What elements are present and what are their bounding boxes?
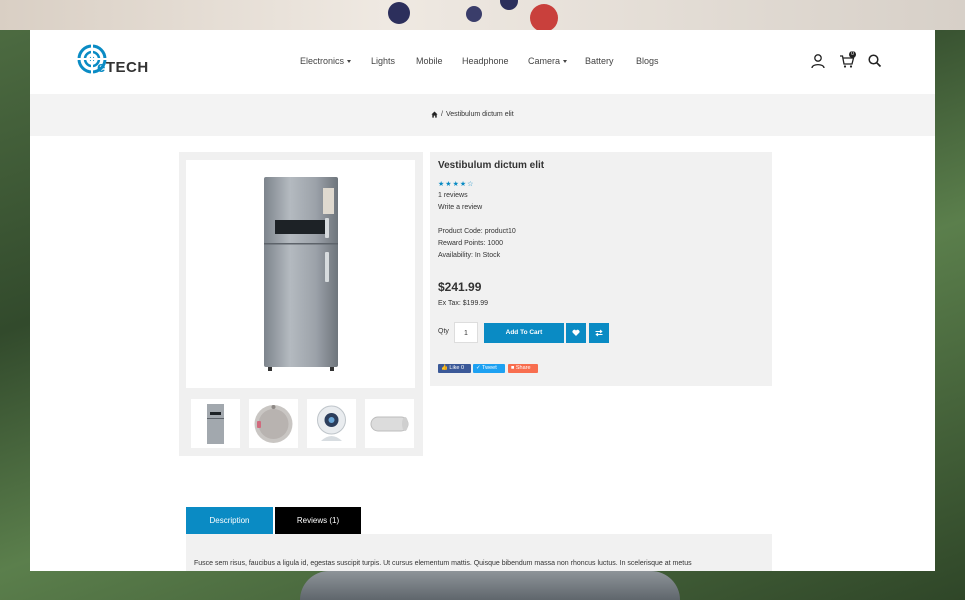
tab-panel-description: Fusce sem risus, faucibus a ligula id, e… bbox=[186, 534, 772, 571]
cart-count-badge: 0 bbox=[849, 51, 856, 58]
search-icon[interactable] bbox=[867, 53, 883, 69]
product-gallery bbox=[179, 152, 423, 456]
ex-tax-price: Ex Tax: $199.99 bbox=[438, 300, 489, 307]
star-empty-icon: ☆ bbox=[467, 181, 475, 188]
share-icon: ■ bbox=[511, 365, 515, 371]
product-info: Vestibulum dictum elit ★★★★☆ 1 reviews W… bbox=[430, 152, 772, 386]
background-top bbox=[0, 0, 965, 32]
twitter-icon: ✓ bbox=[476, 365, 481, 371]
nav-item-blogs[interactable]: Blogs bbox=[636, 56, 659, 66]
cart-icon[interactable]: 0 bbox=[839, 51, 856, 69]
nav-item-headphone[interactable]: Headphone bbox=[462, 56, 509, 66]
product-price: $241.99 bbox=[438, 280, 482, 294]
tweet-button[interactable]: ✓ Tweet bbox=[473, 364, 505, 373]
review-count-link[interactable]: 1 reviews bbox=[438, 192, 468, 199]
background-person bbox=[300, 571, 680, 600]
header: eTECH Electronics Lights Mobile Headphon… bbox=[30, 30, 935, 94]
compare-icon bbox=[595, 329, 603, 337]
chevron-down-icon bbox=[563, 60, 568, 63]
main-nav: Electronics Lights Mobile Headphone Came… bbox=[30, 30, 935, 94]
main-product-image[interactable] bbox=[186, 160, 415, 388]
share-button[interactable]: ■ Share bbox=[508, 364, 538, 373]
tab-description[interactable]: Description bbox=[186, 507, 273, 534]
page: eTECH Electronics Lights Mobile Headphon… bbox=[30, 30, 935, 571]
qty-input[interactable]: 1 bbox=[454, 322, 478, 343]
nav-item-lights[interactable]: Lights bbox=[371, 56, 395, 66]
thumbnail-webcam[interactable] bbox=[307, 399, 356, 448]
breadcrumb-current[interactable]: Vestibulum dictum elit bbox=[446, 111, 514, 118]
write-review-link[interactable]: Write a review bbox=[438, 204, 482, 211]
thumbnail-refrigerator[interactable] bbox=[191, 399, 240, 448]
breadcrumb-separator: / bbox=[441, 111, 443, 118]
reward-points: Reward Points: 1000 bbox=[438, 240, 503, 247]
add-to-wishlist-button[interactable] bbox=[566, 323, 586, 343]
breadcrumb-bar: / Vestibulum dictum elit bbox=[30, 94, 935, 136]
add-to-cart-button[interactable]: Add To Cart bbox=[484, 323, 564, 343]
thumbnail-speaker-cylinder[interactable] bbox=[365, 399, 414, 448]
compare-button[interactable] bbox=[589, 323, 609, 343]
breadcrumb: / Vestibulum dictum elit bbox=[431, 111, 514, 118]
qty-label: Qty bbox=[438, 328, 449, 335]
star-icon: ★ bbox=[452, 181, 460, 188]
nav-item-camera[interactable]: Camera bbox=[528, 56, 568, 66]
thumbnail-speaker-fabric[interactable] bbox=[249, 399, 298, 448]
heart-icon bbox=[572, 329, 580, 336]
description-text: Fusce sem risus, faucibus a ligula id, e… bbox=[194, 560, 692, 567]
product-code: Product Code: product10 bbox=[438, 228, 516, 235]
nav-item-electronics[interactable]: Electronics bbox=[300, 56, 352, 66]
product-title: Vestibulum dictum elit bbox=[438, 160, 545, 171]
thumbs-up-icon: 👍 bbox=[441, 365, 448, 371]
facebook-like-button[interactable]: 👍 Like 0 bbox=[438, 364, 471, 373]
star-icon: ★ bbox=[445, 181, 453, 188]
rating-stars: ★★★★☆ bbox=[438, 180, 474, 188]
tab-reviews[interactable]: Reviews (1) bbox=[275, 507, 361, 534]
user-icon[interactable] bbox=[810, 53, 826, 69]
chevron-down-icon bbox=[347, 60, 352, 63]
nav-item-battery[interactable]: Battery bbox=[585, 56, 614, 66]
availability: Availability: In Stock bbox=[438, 252, 501, 259]
nav-item-mobile[interactable]: Mobile bbox=[416, 56, 443, 66]
home-icon[interactable] bbox=[431, 111, 438, 118]
